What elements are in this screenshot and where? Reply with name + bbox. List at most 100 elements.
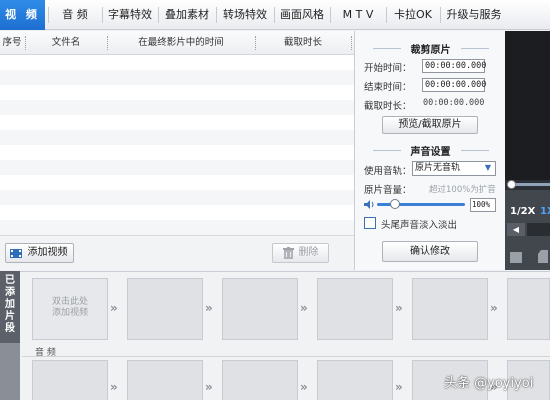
column-divider	[351, 36, 352, 50]
chevron-down-icon: ▼	[484, 163, 491, 172]
file-list-header: 序号 文件名 在最终影片中的时间 截取时长	[0, 31, 354, 55]
volume-slider-handle[interactable]	[390, 199, 400, 209]
audio-track-label: 使用音轨：	[364, 166, 412, 177]
tab-upgrade-service[interactable]: 升级与服务	[442, 0, 506, 30]
tab-divider	[48, 7, 49, 23]
fade-checkbox[interactable]	[364, 217, 376, 229]
audio-slot[interactable]	[32, 360, 108, 400]
list-row	[0, 130, 354, 145]
progress-handle[interactable]	[507, 180, 516, 189]
list-row	[0, 115, 354, 130]
video-slot[interactable]	[507, 278, 550, 340]
preview-controls: 1/2X 1X ◀	[505, 190, 550, 270]
cut-duration-label: 截取时长：	[364, 101, 412, 112]
speed-half-button[interactable]: 1/2X	[510, 206, 535, 217]
file-icon[interactable]	[538, 250, 548, 263]
column-header-duration[interactable]: 截取时长	[256, 31, 350, 55]
side-label-char: 添	[5, 287, 15, 298]
tab-mtv[interactable]: M T V	[332, 0, 384, 30]
speaker-icon	[364, 200, 374, 209]
list-row	[0, 85, 354, 100]
video-slot[interactable]	[127, 278, 203, 340]
audio-slot[interactable]	[222, 360, 298, 400]
clip-settings-panel: 裁剪原片 开始时间： 00:00:00.000 结束时间： 00:00:00.0…	[354, 31, 505, 270]
audio-track-value: 原片无音轨	[415, 163, 461, 173]
transition-arrow-icon[interactable]: »	[205, 301, 213, 315]
list-row	[0, 70, 354, 85]
list-row	[0, 55, 354, 70]
delete-button[interactable]: 删除	[272, 243, 329, 263]
audio-slot[interactable]	[317, 360, 393, 400]
section-rule	[373, 150, 401, 151]
transition-arrow-icon[interactable]: »	[205, 380, 213, 394]
start-time-field[interactable]: 00:00:00.000	[422, 59, 486, 73]
end-time-field[interactable]: 00:00:00.000	[422, 78, 486, 92]
speed-normal-button[interactable]: 1X	[540, 206, 550, 217]
transition-arrow-icon[interactable]: »	[395, 301, 403, 315]
tab-divider	[386, 7, 387, 23]
sound-section-title: 声音设置	[355, 143, 506, 158]
tab-divider	[102, 7, 103, 23]
video-slot[interactable]	[412, 278, 488, 340]
volume-hint: 超过100%为扩音	[429, 185, 496, 195]
confirm-modify-button[interactable]: 确认修改	[382, 241, 478, 262]
audio-slot[interactable]	[127, 360, 203, 400]
film-add-icon	[10, 249, 22, 258]
transition-arrow-icon[interactable]: »	[300, 380, 308, 394]
section-rule	[461, 150, 489, 151]
delete-label: 删除	[298, 247, 319, 258]
side-label-char: 加	[5, 299, 15, 310]
preview-crop-button[interactable]: 预览/截取原片	[382, 116, 478, 134]
column-header-index[interactable]: 序号	[0, 31, 24, 55]
crop-section-title: 裁剪原片	[355, 41, 506, 56]
add-video-label: 添加视频	[27, 247, 68, 258]
tab-transition-effects[interactable]: 转场特效	[218, 0, 272, 30]
video-slot[interactable]	[222, 278, 298, 340]
tab-audio[interactable]: 音 频	[50, 0, 100, 30]
preview-progress-bar[interactable]	[505, 180, 550, 190]
list-row	[0, 100, 354, 115]
volume-label: 原片音量：	[364, 185, 412, 196]
snapshot-icon[interactable]	[510, 252, 522, 263]
added-clips-side-label: 已 添 加 片 段	[0, 271, 20, 343]
side-label-char: 段	[5, 323, 15, 334]
crop-title-text: 裁剪原片	[410, 45, 451, 56]
transition-arrow-icon[interactable]: »	[395, 380, 403, 394]
list-row	[0, 190, 354, 205]
list-row	[0, 145, 354, 160]
tab-subtitle-effects[interactable]: 字幕特效	[104, 0, 156, 30]
tab-overlay-material[interactable]: 叠加素材	[160, 0, 214, 30]
top-tab-bar: 视 频 音 频 字幕特效 叠加素材 转场特效 画面风格 M T V 卡拉OK 升…	[0, 0, 550, 30]
timeline-divider	[22, 356, 550, 357]
end-time-label: 结束时间：	[364, 82, 412, 93]
volume-value-field[interactable]: 100%	[470, 198, 496, 212]
column-header-filename[interactable]: 文件名	[26, 31, 106, 55]
list-row	[0, 220, 354, 235]
side-label-char: 片	[5, 311, 15, 322]
tab-karaoke[interactable]: 卡拉OK	[388, 0, 438, 30]
tab-divider	[440, 7, 441, 23]
tab-picture-style[interactable]: 画面风格	[276, 0, 328, 30]
add-video-button[interactable]: 添加视频	[5, 243, 74, 263]
transition-arrow-icon[interactable]: »	[300, 301, 308, 315]
transition-arrow-icon[interactable]: »	[110, 301, 118, 315]
fade-label: 头尾声音淡入淡出	[381, 220, 458, 231]
transition-arrow-icon[interactable]: »	[110, 380, 118, 394]
file-list-toolbar: 添加视频 删除	[0, 235, 354, 270]
section-rule	[461, 48, 489, 49]
tab-divider	[330, 7, 331, 23]
video-preview-area	[505, 31, 550, 180]
column-header-final-time[interactable]: 在最终影片中的时间	[108, 31, 254, 55]
tab-video[interactable]: 视 频	[0, 0, 45, 30]
file-list[interactable]	[0, 55, 354, 235]
section-rule	[373, 48, 401, 49]
tab-divider	[216, 7, 217, 23]
video-slot[interactable]	[317, 278, 393, 340]
tab-divider	[274, 7, 275, 23]
video-slot-add[interactable]: 双击此处 添加视频	[32, 278, 108, 340]
audio-track-select[interactable]: 原片无音轨 ▼	[412, 161, 496, 176]
transition-arrow-icon[interactable]: »	[490, 301, 498, 315]
watermark-text: 头条 @yoyiyoi	[444, 376, 534, 391]
preview-thumb	[527, 223, 550, 236]
rewind-icon[interactable]: ◀	[507, 223, 525, 236]
